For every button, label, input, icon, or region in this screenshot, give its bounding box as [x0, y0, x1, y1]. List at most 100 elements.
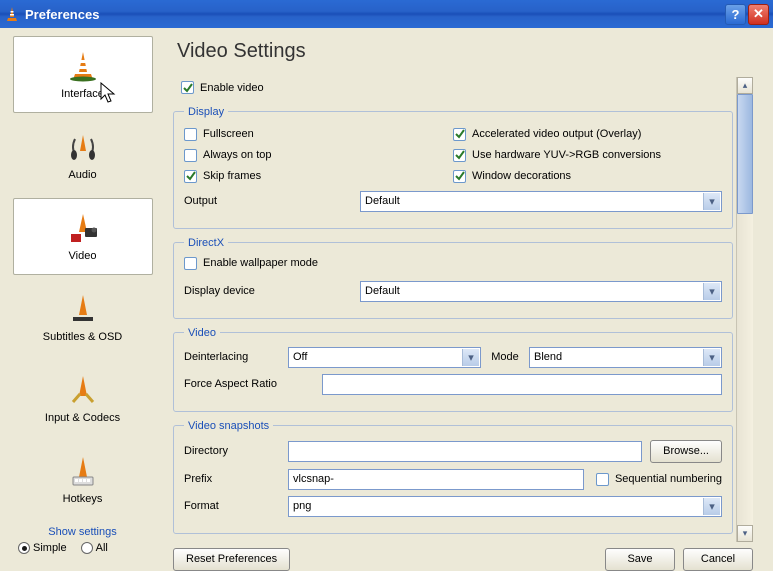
force-aspect-ratio-input[interactable]	[322, 374, 722, 395]
checkbox-label: Window decorations	[472, 170, 571, 182]
select-value: Default	[365, 285, 400, 297]
checkbox-label: Use hardware YUV->RGB conversions	[472, 149, 661, 161]
checkbox-icon	[453, 128, 466, 141]
hotkeys-icon	[67, 455, 99, 487]
sidebar-item-label: Subtitles & OSD	[43, 331, 122, 343]
sidebar-item-audio[interactable]: Audio	[13, 117, 153, 194]
page-title: Video Settings	[177, 40, 753, 63]
chevron-down-icon: ▾	[703, 193, 720, 210]
radio-dot-icon	[18, 542, 30, 554]
chevron-down-icon: ▾	[462, 349, 479, 366]
sidebar-item-label: Video	[69, 250, 97, 262]
yuv-rgb-checkbox[interactable]: Use hardware YUV->RGB conversions	[453, 149, 722, 162]
radio-simple[interactable]: Simple	[18, 542, 67, 554]
scroll-area: Enable video Display Fullscreen Always o…	[173, 77, 753, 542]
radio-all[interactable]: All	[81, 542, 108, 554]
button-label: Cancel	[701, 553, 735, 565]
reset-preferences-button[interactable]: Reset Preferences	[173, 548, 290, 571]
force-aspect-ratio-label: Force Aspect Ratio	[184, 378, 314, 390]
radio-label: Simple	[33, 542, 67, 554]
codecs-icon	[67, 374, 99, 406]
group-legend: Video snapshots	[184, 420, 273, 432]
audio-icon	[67, 131, 99, 163]
enable-video-checkbox[interactable]: Enable video	[181, 81, 264, 94]
wallpaper-mode-checkbox[interactable]: Enable wallpaper mode	[184, 257, 318, 270]
chevron-down-icon: ▾	[703, 498, 720, 515]
window-decorations-checkbox[interactable]: Window decorations	[453, 170, 722, 183]
output-label: Output	[184, 195, 352, 207]
select-value: png	[293, 500, 311, 512]
radio-dot-icon	[81, 542, 93, 554]
mode-label: Mode	[489, 351, 521, 363]
sidebar-item-subtitles[interactable]: Subtitles & OSD	[13, 279, 153, 356]
directory-label: Directory	[184, 445, 280, 457]
sidebar-item-input-codecs[interactable]: Input & Codecs	[13, 360, 153, 437]
checkbox-icon	[453, 170, 466, 183]
accelerated-output-checkbox[interactable]: Accelerated video output (Overlay)	[453, 128, 722, 141]
radio-label: All	[96, 542, 108, 554]
sidebar-item-hotkeys[interactable]: Hotkeys	[13, 441, 153, 518]
group-legend: Video	[184, 327, 220, 339]
button-label: Browse...	[663, 445, 709, 457]
deinterlacing-label: Deinterlacing	[184, 351, 280, 363]
format-select[interactable]: png ▾	[288, 496, 722, 517]
chevron-down-icon: ▾	[703, 283, 720, 300]
scrollbar[interactable]: ▴ ▾	[736, 77, 753, 542]
group-snapshots: Video snapshots Directory Browse... Pref…	[173, 420, 733, 534]
subtitles-icon	[67, 293, 99, 325]
scrollbar-thumb[interactable]	[737, 94, 753, 214]
display-device-label: Display device	[184, 285, 352, 297]
checkbox-icon	[184, 128, 197, 141]
checkbox-icon	[596, 473, 609, 486]
save-button[interactable]: Save	[605, 548, 675, 571]
prefix-label: Prefix	[184, 473, 280, 485]
checkbox-label: Enable video	[200, 82, 264, 94]
browse-button[interactable]: Browse...	[650, 440, 722, 463]
fullscreen-checkbox[interactable]: Fullscreen	[184, 128, 453, 141]
checkbox-label: Fullscreen	[203, 128, 254, 140]
interface-icon	[67, 50, 99, 82]
checkbox-label: Enable wallpaper mode	[203, 257, 318, 269]
show-settings: Show settings Simple All	[6, 522, 159, 558]
deinterlacing-select[interactable]: Off ▾	[288, 347, 481, 368]
format-label: Format	[184, 500, 280, 512]
output-select[interactable]: Default ▾	[360, 191, 722, 212]
checkbox-label: Skip frames	[203, 170, 261, 182]
checkbox-icon	[181, 81, 194, 94]
directory-input[interactable]	[288, 441, 642, 462]
select-value: Blend	[534, 351, 562, 363]
title-bar: Preferences ? ✕	[0, 0, 773, 28]
checkbox-icon	[453, 149, 466, 162]
skip-frames-checkbox[interactable]: Skip frames	[184, 170, 453, 183]
checkbox-label: Accelerated video output (Overlay)	[472, 128, 641, 140]
select-value: Default	[365, 195, 400, 207]
checkbox-label: Sequential numbering	[615, 473, 722, 485]
window-title: Preferences	[25, 7, 723, 22]
button-label: Reset Preferences	[186, 553, 277, 565]
sequential-numbering-checkbox[interactable]: Sequential numbering	[596, 473, 722, 486]
help-button[interactable]: ?	[725, 4, 746, 25]
show-settings-label: Show settings	[12, 526, 153, 538]
display-device-select[interactable]: Default ▾	[360, 281, 722, 302]
close-button[interactable]: ✕	[748, 4, 769, 25]
sidebar-item-label: Input & Codecs	[45, 412, 120, 424]
prefix-input[interactable]: vlcsnap-	[288, 469, 584, 490]
cancel-button[interactable]: Cancel	[683, 548, 753, 571]
checkbox-icon	[184, 170, 197, 183]
scroll-up-button[interactable]: ▴	[737, 77, 753, 94]
group-legend: DirectX	[184, 237, 228, 249]
sidebar-item-interface[interactable]: Interface	[13, 36, 153, 113]
checkbox-icon	[184, 149, 197, 162]
footer: Reset Preferences Save Cancel	[173, 542, 753, 571]
mode-select[interactable]: Blend ▾	[529, 347, 722, 368]
chevron-down-icon: ▾	[703, 349, 720, 366]
scrollbar-track[interactable]	[737, 94, 753, 525]
checkbox-label: Always on top	[203, 149, 271, 161]
sidebar-item-label: Hotkeys	[63, 493, 103, 505]
always-on-top-checkbox[interactable]: Always on top	[184, 149, 453, 162]
video-icon	[67, 212, 99, 244]
group-video: Video Deinterlacing Off ▾ Mode Blend ▾ F…	[173, 327, 733, 412]
sidebar-item-video[interactable]: Video	[13, 198, 153, 275]
sidebar-item-label: Audio	[68, 169, 96, 181]
scroll-down-button[interactable]: ▾	[737, 525, 753, 542]
